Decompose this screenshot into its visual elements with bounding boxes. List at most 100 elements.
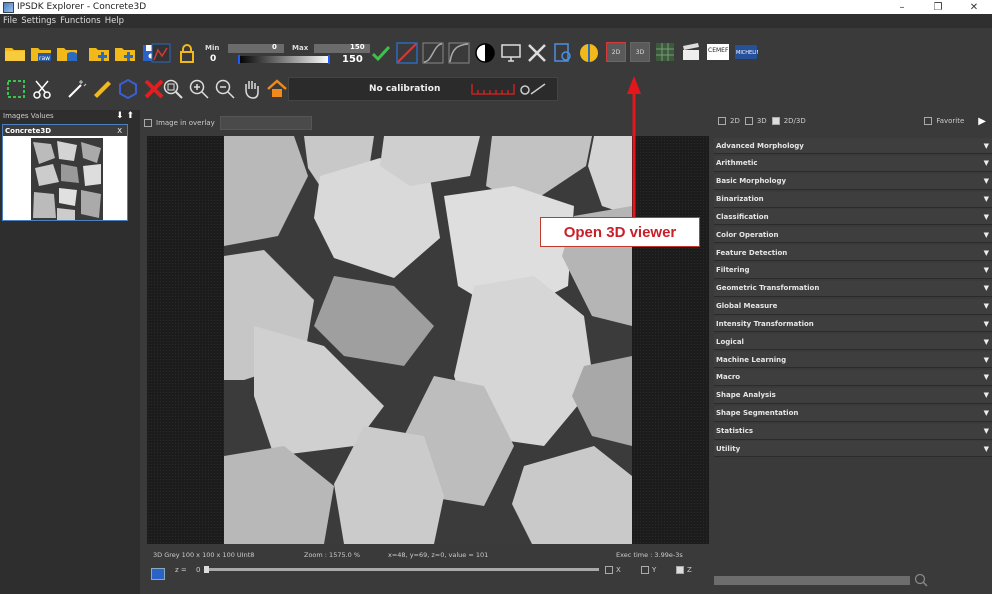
pan-hand-icon[interactable] (240, 78, 262, 100)
slice-slider[interactable] (205, 568, 599, 571)
favorite-label: Favorite (936, 117, 965, 125)
scissors-icon[interactable] (31, 78, 53, 100)
category-shape-segmentation[interactable]: Shape Segmentation ▼ (714, 405, 992, 422)
intensity-gradient[interactable] (238, 55, 330, 64)
snapshot-icon[interactable] (151, 568, 165, 580)
contrast-icon[interactable] (474, 42, 496, 64)
expand-icon: ▼ (983, 444, 989, 453)
maximize-button[interactable]: ❐ (920, 2, 956, 13)
category-shape-analysis[interactable]: Shape Analysis ▼ (714, 387, 992, 404)
overlay-select[interactable] (219, 116, 312, 130)
category-machine-learning[interactable]: Machine Learning ▼ (714, 352, 992, 369)
play-icon[interactable]: ▶ (978, 116, 986, 127)
menu-bar: File Settings Functions Help (0, 14, 992, 28)
grid-view-icon[interactable] (654, 41, 676, 63)
select-rect-icon[interactable] (5, 78, 27, 100)
home-icon[interactable] (266, 78, 288, 100)
magic-wand-icon[interactable] (65, 78, 87, 100)
annotation-arrow (627, 76, 641, 218)
add-image-stack-icon[interactable] (114, 42, 136, 64)
monitor-icon[interactable] (500, 42, 522, 64)
cemef-logo-icon[interactable]: CEMEF (706, 41, 730, 63)
brain-icon[interactable] (578, 42, 600, 64)
menu-settings[interactable]: Settings (21, 16, 56, 26)
add-image-icon[interactable] (88, 42, 110, 64)
min-marker[interactable] (238, 55, 240, 64)
image-thumbnail (31, 138, 103, 220)
axis-z-checkbox[interactable] (676, 566, 684, 574)
category-filtering[interactable]: Filtering ▼ (714, 262, 992, 279)
view-2d-button[interactable]: 2D (606, 42, 626, 62)
minimize-button[interactable]: – (884, 2, 920, 13)
category-utility[interactable]: Utility ▼ (714, 441, 992, 458)
function-filter-bar: 2D 3D 2D/3D Favorite ▶ (714, 114, 992, 128)
category-feature-detection[interactable]: Feature Detection ▼ (714, 245, 992, 262)
expand-icon: ▼ (983, 266, 989, 275)
max-marker[interactable] (328, 55, 330, 64)
gamma-lut-icon[interactable] (422, 42, 444, 64)
close-button[interactable]: ✕ (956, 2, 992, 13)
category-classification[interactable]: Classification ▼ (714, 209, 992, 226)
category-advanced-morphology[interactable]: Advanced Morphology ▼ (714, 138, 992, 154)
calibration-text: No calibration (369, 84, 441, 94)
axis-x-label: X (616, 566, 621, 574)
calibration-settings-icon[interactable] (515, 81, 551, 97)
image-viewer[interactable] (147, 136, 709, 544)
document-search-icon[interactable] (552, 42, 574, 64)
category-global-measure[interactable]: Global Measure ▼ (714, 298, 992, 315)
search-icon[interactable] (914, 573, 928, 587)
max-value: 150 (350, 43, 365, 51)
favorite-checkbox[interactable] (924, 117, 933, 125)
zoom-out-icon[interactable] (214, 78, 236, 100)
apply-check-icon[interactable] (370, 42, 392, 64)
expand-icon: ▼ (983, 373, 989, 382)
axis-y-checkbox[interactable] (641, 566, 649, 574)
image-card[interactable]: Concrete3D X (2, 124, 128, 221)
open-raw-icon[interactable]: raw (30, 42, 52, 64)
hexagon-icon[interactable] (117, 78, 139, 100)
app-icon (3, 1, 14, 13)
category-intensity-transformation[interactable]: Intensity Transformation ▼ (714, 316, 992, 333)
category-arithmetic[interactable]: Arithmetic ▼ (714, 155, 992, 172)
log-lut-icon[interactable] (448, 42, 470, 64)
menu-functions[interactable]: Functions (60, 16, 101, 26)
max-label: Max (292, 44, 309, 52)
function-search-input[interactable] (714, 576, 910, 585)
category-basic-morphology[interactable]: Basic Morphology ▼ (714, 173, 992, 190)
histogram-icon[interactable] (150, 42, 172, 64)
move-arrows-icon[interactable]: ⬇ ⬆ (116, 111, 134, 121)
expand-icon: ▼ (983, 159, 989, 168)
menu-help[interactable]: Help (105, 16, 124, 26)
category-logical[interactable]: Logical ▼ (714, 334, 992, 351)
axis-x-checkbox[interactable] (605, 566, 613, 574)
mode-2d-checkbox[interactable] (718, 117, 726, 125)
expand-icon: ▼ (983, 141, 989, 150)
overlay-checkbox[interactable] (144, 119, 152, 127)
category-geometric-transformation[interactable]: Geometric Transformation ▼ (714, 280, 992, 297)
images-values-tabs[interactable]: Images Values (3, 112, 54, 120)
category-binarization[interactable]: Binarization ▼ (714, 191, 992, 208)
category-statistics[interactable]: Statistics ▼ (714, 423, 992, 440)
menu-file[interactable]: File (3, 16, 17, 26)
mode-3d-checkbox[interactable] (744, 117, 753, 125)
zoom-in-icon[interactable] (188, 78, 210, 100)
lock-icon[interactable] (176, 42, 198, 64)
slice-slider-handle[interactable] (204, 566, 209, 573)
ruler-icon[interactable] (91, 78, 113, 100)
category-color-operation[interactable]: Color Operation ▼ (714, 227, 992, 244)
concrete-slice-image[interactable] (224, 136, 632, 544)
zoom-fit-icon[interactable] (162, 78, 184, 100)
image-card-close[interactable]: X (117, 127, 122, 135)
clapperboard-icon[interactable] (680, 41, 702, 63)
tools-cross-icon[interactable] (526, 42, 548, 64)
open-database-icon[interactable] (56, 42, 78, 64)
michelin-logo-icon[interactable]: MICHELIN (734, 41, 758, 63)
linear-lut-icon[interactable] (396, 42, 418, 64)
zoom-tools (162, 78, 292, 100)
open-folder-icon[interactable] (4, 42, 26, 64)
category-macro[interactable]: Macro ▼ (714, 369, 992, 386)
mode-2d3d-radio[interactable] (771, 117, 780, 125)
viewer-mode-tools: 2D 3D CEMEF MICHELIN (606, 41, 762, 63)
view-3d-button[interactable]: 3D (630, 42, 650, 62)
calibration-ruler-icon[interactable] (471, 82, 515, 96)
